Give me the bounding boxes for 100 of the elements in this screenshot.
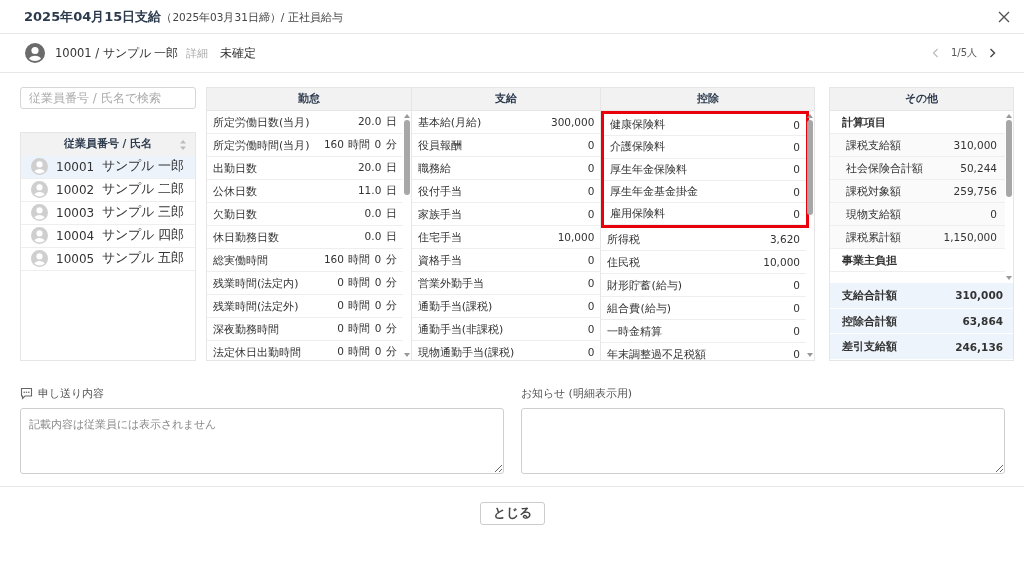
row-value: 0 [587,185,595,197]
row-value: 0 [793,348,800,360]
employee-number: 10002 [56,182,95,197]
avatar-icon [25,43,45,63]
sort-icon [179,138,187,151]
row-value: 0 [793,163,800,176]
row-label: 組合費(給与) [607,301,671,316]
row-value: 0 [587,208,595,220]
row-value: 310,000 [953,139,997,151]
row-label: 資格手当 [417,252,462,268]
row-value: 0 [793,279,800,292]
row-value: 0 [793,118,800,131]
total-label: 支給合計額 [842,287,897,303]
page-counter: 1/5人 [950,46,977,60]
row-value: 0 時間 0 分 [337,276,397,290]
total-value: 310,000 [955,289,1003,302]
close-icon [998,10,1010,23]
employee-row[interactable]: 10002 サンプル 二郎 [21,178,195,202]
total-value: 246,136 [955,340,1003,353]
row-value: 0 [587,139,595,151]
row-value: 0 [793,140,800,153]
row-label: 公休日数 [213,183,257,199]
row-value: 0 [793,302,800,315]
row-label: 出勤日数 [213,160,257,176]
row-label: 法定休日出勤時間 [213,344,301,360]
row-value: 160 時間 0 分 [323,253,397,267]
row-value: 300,000 [551,116,595,128]
window-subtitle: （2025年03月31日締）/ 正社員給与 [161,10,343,25]
row-value: 160 時間 0 分 [323,138,397,152]
row-label: 社会保険合計額 [846,160,923,176]
search-field[interactable]: 従業員番号 / 氏名で検索 [20,87,196,109]
row-label: 基本給(月給) [417,114,482,130]
row-value: 0 時間 0 分 [337,345,397,359]
row-value: 0 [793,185,800,198]
row-value: 0 [587,277,595,289]
row-value: 0 [793,325,800,338]
row-label: 財形貯蓄(給与) [607,278,682,293]
row-label: 所得税 [607,232,641,247]
section-label: 計算項目 [842,114,886,130]
row-label: 課税対象額 [846,183,901,199]
row-value: 0.0 日 [364,230,397,244]
column-header: 勤怠 [207,88,411,111]
row-label: 所定労働時間(当月) [213,137,310,153]
row-value: 0 [587,300,595,312]
row-value: 0 [990,208,997,220]
employee-row[interactable]: 10003 サンプル 三郎 [21,201,195,225]
row-label: 年末調整過不足税額 [607,347,707,360]
row-value: 0 [587,346,595,358]
row-label: 役付手当 [417,183,462,199]
avatar-icon [31,204,48,222]
memo-field[interactable]: 記載内容は従業員には表示されません [20,408,504,474]
employee-name: 10001 / サンプル 一郎 [55,45,179,61]
employee-name: サンプル 三郎 [102,204,185,222]
row-label: 現物通勤手当(課税) [417,344,515,360]
row-label: 通勤手当(非課税) [417,321,504,337]
total-label: 差引支給額 [842,339,897,355]
row-label: 厚生年金基金掛金 [610,184,699,200]
row-value: 3,620 [769,233,800,246]
row-label: 住民税 [607,255,641,270]
row-value: 0 [587,162,595,174]
employee-row[interactable]: 10005 サンプル 五郎 [21,247,195,271]
memo-label: 申し送り内容 [38,385,104,401]
row-value: 0 [587,254,595,266]
employee-row[interactable]: 10004 サンプル 四郎 [21,224,195,248]
row-label: 総実働時間 [213,252,268,268]
row-label: 深夜勤務時間 [213,321,279,337]
status-label: 未確定 [220,45,257,61]
row-label: 課税累計額 [846,229,901,245]
employee-number: 10004 [56,228,95,243]
row-label: 役員報酬 [417,137,462,153]
row-label: 所定労働日数(当月) [213,114,310,130]
row-label: 残業時間(法定内) [213,275,299,291]
row-label: 一時金精算 [607,324,663,339]
row-value: 20.0 日 [357,161,397,175]
row-label: 家族手当 [417,206,462,222]
employee-name: サンプル 一郎 [102,158,185,176]
row-label: 厚生年金保険料 [610,161,688,177]
notice-label: お知らせ (明細表示用) [521,385,633,401]
row-value: 0 時間 0 分 [337,322,397,336]
row-value: 259,756 [953,185,997,197]
section-label: 事業主負担 [842,252,897,268]
row-label: 課税支給額 [846,137,901,153]
employee-number: 10005 [56,251,95,266]
previous-icon [931,48,939,58]
employee-row[interactable]: 10001 サンプル 一郎 [21,155,195,179]
row-value: 20.0 日 [357,115,397,129]
row-label: 休日勤務日数 [213,229,279,245]
row-value: 10,000 [557,231,595,243]
close-button[interactable]: とじる [479,502,545,525]
notice-field[interactable] [521,408,1005,474]
row-label: 現物支給額 [846,206,901,222]
next-icon [989,48,996,58]
avatar-icon [31,250,48,268]
employee-name: サンプル 二郎 [102,181,185,199]
employee-name: サンプル 五郎 [102,250,185,268]
row-label: 残業時間(法定外) [213,298,299,314]
total-label: 控除合計額 [842,313,897,329]
row-label: 健康保険料 [610,117,666,133]
comment-icon [20,386,33,400]
row-label: 住宅手当 [417,229,462,245]
